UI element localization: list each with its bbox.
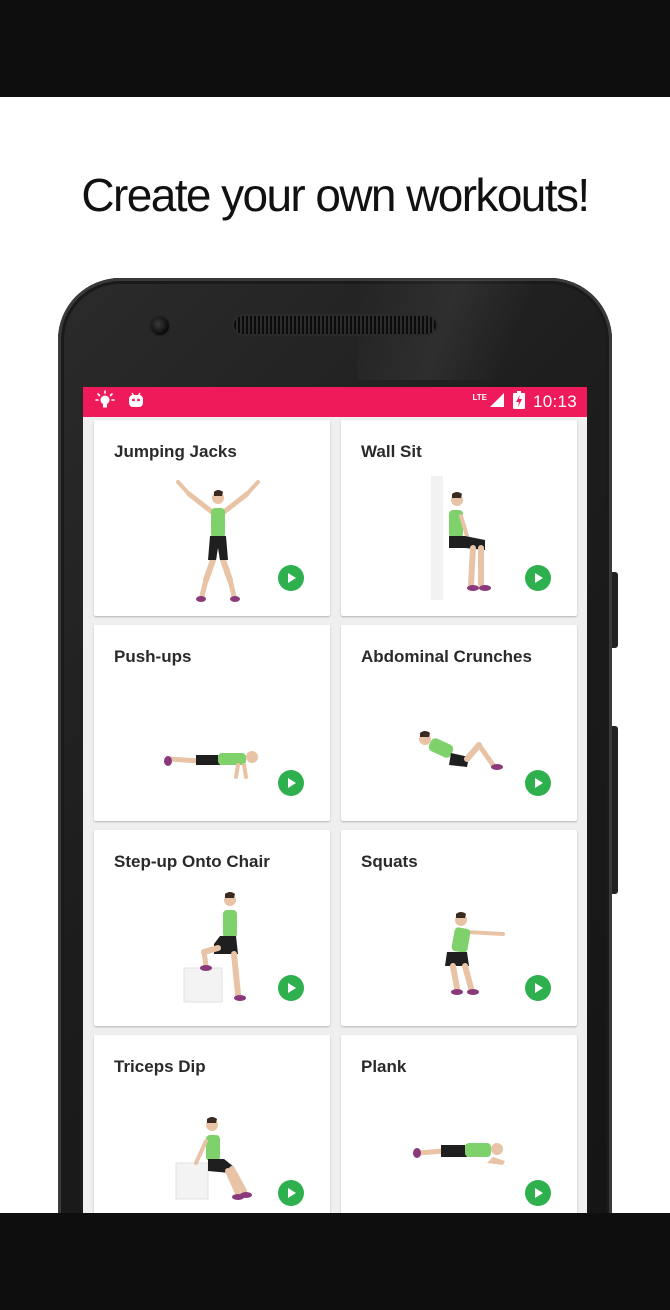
play-button[interactable] bbox=[278, 1180, 304, 1206]
exercise-title: Wall Sit bbox=[361, 442, 422, 461]
play-icon bbox=[288, 1188, 296, 1198]
exercise-card-step-up-onto-chair[interactable]: Step-up Onto Chair bbox=[94, 830, 330, 1026]
network-type: LTE bbox=[472, 392, 487, 402]
battery-charging-icon bbox=[512, 390, 525, 414]
play-icon bbox=[535, 1188, 543, 1198]
exercise-title: Push-ups bbox=[114, 647, 192, 666]
exercise-title: Triceps Dip bbox=[114, 1057, 206, 1076]
exercise-card-abdominal-crunches[interactable]: Abdominal Crunches bbox=[341, 625, 577, 821]
play-button[interactable] bbox=[525, 975, 551, 1001]
earpiece-speaker bbox=[234, 316, 436, 334]
exercise-card-plank[interactable]: Plank bbox=[341, 1035, 577, 1213]
play-button[interactable] bbox=[278, 770, 304, 796]
exercise-title: Jumping Jacks bbox=[114, 442, 237, 461]
play-icon bbox=[288, 778, 296, 788]
status-bar: LTE 10:13 bbox=[83, 387, 587, 417]
exercise-title: Abdominal Crunches bbox=[361, 647, 532, 666]
triceps-dip-illustration bbox=[175, 1117, 252, 1200]
play-button[interactable] bbox=[278, 975, 304, 1001]
top-letterbox bbox=[0, 0, 670, 97]
crunch-illustration bbox=[419, 731, 503, 770]
front-camera bbox=[151, 317, 169, 335]
exercise-card-push-ups[interactable]: Push-ups bbox=[94, 625, 330, 821]
lightbulb-icon bbox=[95, 389, 115, 415]
volume-button bbox=[612, 726, 618, 894]
bottom-letterbox bbox=[0, 1213, 670, 1310]
phone-screen: LTE 10:13 Jumping Jacks Wall Sit Push-up… bbox=[83, 387, 587, 1213]
signal-icon bbox=[489, 392, 505, 413]
promo-headline: Create your own workouts! bbox=[81, 169, 590, 221]
wall-sit-illustration bbox=[431, 476, 491, 600]
play-button[interactable] bbox=[278, 565, 304, 591]
play-icon bbox=[288, 573, 296, 583]
squat-illustration bbox=[445, 912, 505, 995]
jumping-jacks-illustration bbox=[176, 480, 260, 602]
exercise-card-triceps-dip[interactable]: Triceps Dip bbox=[94, 1035, 330, 1213]
plank-illustration bbox=[413, 1143, 505, 1165]
step-up-illustration bbox=[183, 892, 246, 1003]
power-button bbox=[612, 572, 618, 648]
play-icon bbox=[288, 983, 296, 993]
play-icon bbox=[535, 573, 543, 583]
exercise-card-jumping-jacks[interactable]: Jumping Jacks bbox=[94, 420, 330, 616]
android-icon bbox=[127, 391, 145, 414]
exercise-title: Step-up Onto Chair bbox=[114, 852, 270, 871]
exercise-card-squats[interactable]: Squats bbox=[341, 830, 577, 1026]
play-button[interactable] bbox=[525, 565, 551, 591]
play-button[interactable] bbox=[525, 1180, 551, 1206]
play-button[interactable] bbox=[525, 770, 551, 796]
clock: 10:13 bbox=[532, 392, 577, 411]
exercise-card-wall-sit[interactable]: Wall Sit bbox=[341, 420, 577, 616]
play-icon bbox=[535, 983, 543, 993]
push-up-illustration bbox=[164, 751, 258, 779]
exercise-title: Plank bbox=[361, 1057, 407, 1076]
exercise-title: Squats bbox=[361, 852, 418, 871]
play-icon bbox=[535, 778, 543, 788]
